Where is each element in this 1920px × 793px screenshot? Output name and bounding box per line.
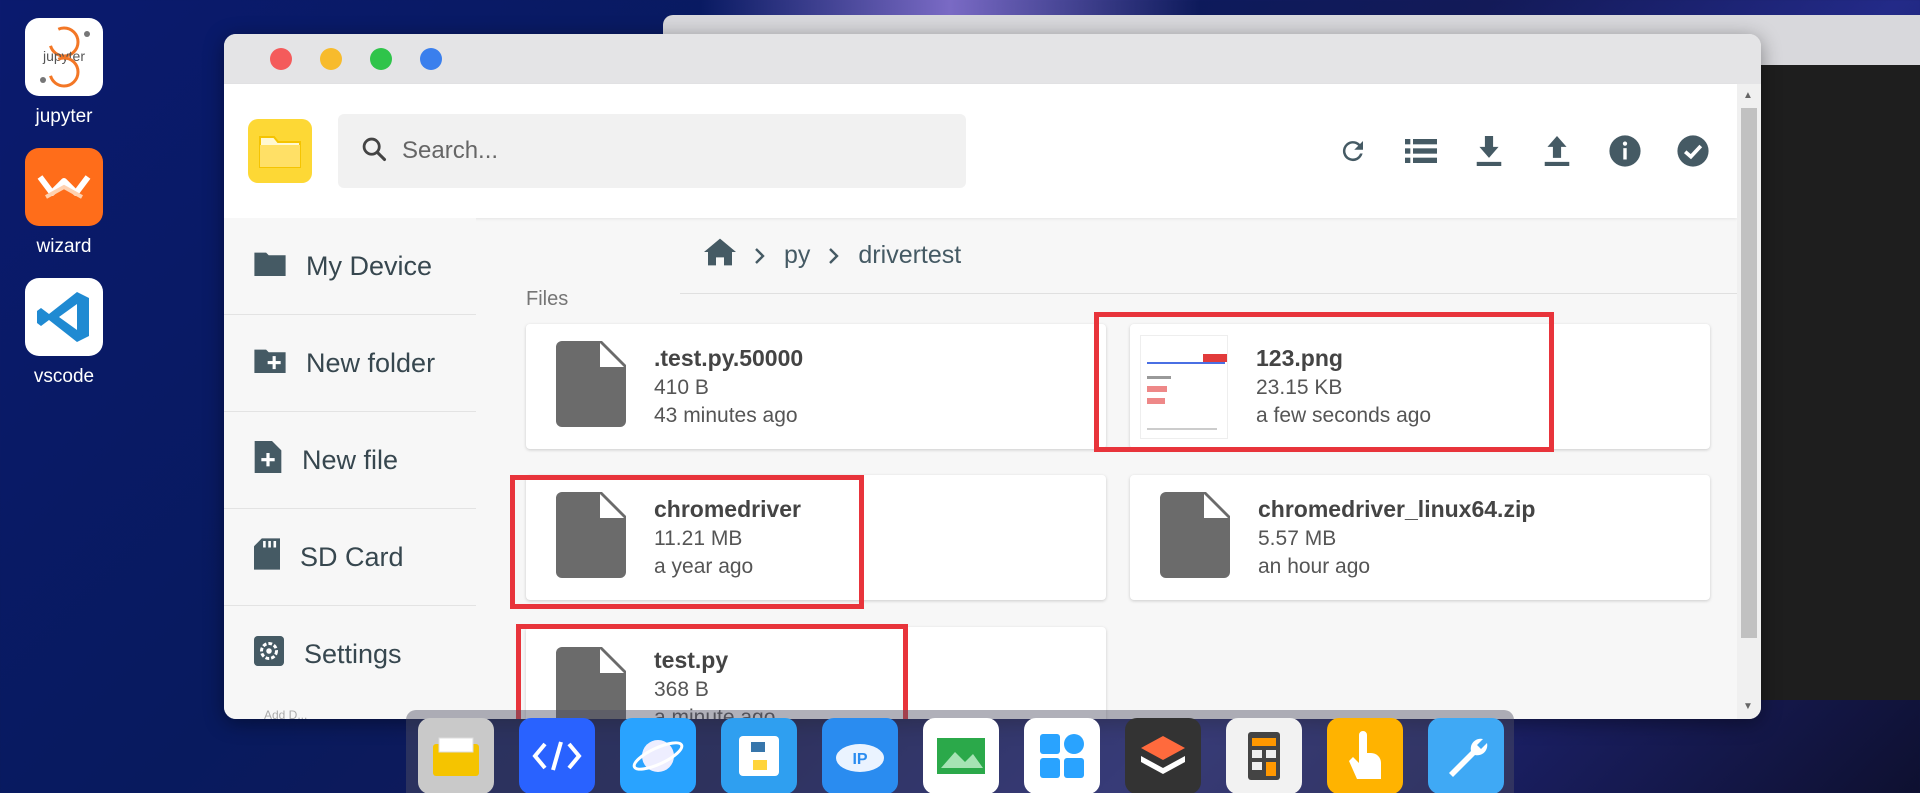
chevron-right-icon (828, 247, 840, 265)
file-manager-logo-icon (248, 119, 312, 183)
file-modified: a year ago (654, 555, 754, 578)
file-card-chromedriver[interactable]: chromedriver 11.21 MB a year ago (526, 475, 1106, 600)
file-card-123-png[interactable]: 123.png 23.15 KB a few seconds ago (1130, 324, 1710, 449)
folder-icon (254, 250, 286, 283)
file-name: 123.png (1256, 345, 1343, 371)
dock-touch-icon[interactable] (1327, 718, 1403, 793)
file-size: 11.21 MB (654, 527, 743, 550)
sidebar-item-new-file[interactable]: New file (224, 412, 476, 509)
new-folder-icon (254, 347, 286, 380)
dock-layers-icon[interactable] (1125, 718, 1201, 793)
file-name: chromedriver_linux64.zip (1258, 496, 1536, 522)
dock-code-editor-icon[interactable] (519, 718, 595, 793)
search-icon (360, 135, 388, 168)
file-icon (556, 492, 626, 583)
dock-files-icon[interactable] (418, 718, 494, 793)
upload-icon[interactable] (1539, 133, 1575, 169)
file-card-test-py-50000[interactable]: .test.py.50000 410 B 43 minutes ago (526, 324, 1106, 449)
new-file-icon (254, 440, 282, 480)
breadcrumb: py drivertest (680, 218, 1740, 294)
sidebar-item-my-device[interactable]: My Device (224, 218, 476, 315)
search-input[interactable] (402, 137, 922, 165)
svg-text:jupyter: jupyter (42, 48, 85, 64)
vertical-scrollbar[interactable]: ▲ ▼ (1737, 84, 1761, 719)
toolbar (1335, 84, 1711, 218)
dock: IP (406, 710, 1514, 793)
breadcrumb-item-drivertest[interactable]: drivertest (858, 241, 961, 270)
chevron-right-icon (754, 247, 766, 265)
sidebar-item-settings[interactable]: Settings (224, 606, 476, 703)
files-section-label: Files (526, 288, 569, 310)
scroll-up-icon[interactable]: ▲ (1743, 90, 1755, 102)
file-icon (1160, 492, 1230, 583)
file-icon (556, 647, 626, 719)
sidebar-footer: Add D... (264, 708, 308, 719)
list-view-icon[interactable] (1403, 133, 1439, 169)
file-modified: 43 minutes ago (654, 404, 798, 427)
sidebar-item-new-folder[interactable]: New folder (224, 315, 476, 412)
info-icon[interactable] (1607, 133, 1643, 169)
dock-browser-icon[interactable] (620, 718, 696, 793)
desktop-icon-label: vscode (33, 366, 95, 387)
desktop-icon-label: jupyter (35, 106, 93, 127)
dock-tools-icon[interactable] (1428, 718, 1504, 793)
sidebar-item-label: New file (302, 444, 399, 475)
file-modified: an hour ago (1258, 555, 1371, 578)
sidebar: My Device New folder New file SD Card Se… (224, 218, 476, 719)
file-card-test-py[interactable]: test.py 368 B a minute ago (526, 627, 1106, 719)
refresh-icon[interactable] (1335, 133, 1371, 169)
maximize-window-button[interactable] (370, 48, 392, 70)
desktop-icon-label: wizard (36, 236, 92, 257)
dock-calculator-icon[interactable] (1226, 718, 1302, 793)
settings-icon (254, 636, 284, 673)
dock-gallery-icon[interactable] (923, 718, 999, 793)
window-extra-button[interactable] (420, 48, 442, 70)
jupyter-icon: jupyter (25, 18, 103, 96)
close-window-button[interactable] (270, 48, 292, 70)
file-manager-window: My Device New folder New file SD Card Se… (224, 34, 1761, 719)
file-name: test.py (654, 647, 729, 673)
scrollbar-thumb[interactable] (1741, 108, 1757, 638)
select-all-icon[interactable] (1675, 133, 1711, 169)
scroll-down-icon[interactable]: ▼ (1743, 701, 1755, 713)
desktop-icon-jupyter[interactable]: jupyter jupyter (24, 18, 104, 128)
home-icon[interactable] (704, 238, 736, 273)
image-thumbnail (1140, 334, 1228, 439)
sd-card-icon (254, 537, 280, 577)
minimize-window-button[interactable] (320, 48, 342, 70)
vscode-icon (25, 278, 103, 356)
sidebar-item-label: My Device (306, 250, 433, 281)
file-size: 410 B (654, 376, 709, 399)
app-header (224, 84, 1737, 218)
file-icon (556, 341, 626, 432)
file-name: .test.py.50000 (654, 345, 804, 371)
sidebar-item-label: SD Card (300, 541, 404, 572)
file-size: 23.15 KB (1256, 376, 1343, 399)
file-modified: a few seconds ago (1256, 404, 1432, 427)
wizard-icon (25, 148, 103, 226)
sidebar-item-sd-card[interactable]: SD Card (224, 509, 476, 606)
dock-apps-icon[interactable] (1024, 718, 1100, 793)
dock-python-icon[interactable] (721, 718, 797, 793)
window-titlebar (224, 34, 1761, 84)
file-card-chromedriver-linux64-zip[interactable]: chromedriver_linux64.zip 5.57 MB an hour… (1130, 475, 1710, 600)
sidebar-item-label: Settings (304, 639, 402, 669)
search-box (338, 114, 966, 188)
download-icon[interactable] (1471, 133, 1507, 169)
desktop-icon-wizard[interactable]: wizard (24, 148, 104, 258)
breadcrumb-item-py[interactable]: py (784, 241, 810, 270)
sidebar-item-label: New folder (306, 347, 436, 378)
desktop-icon-vscode[interactable]: vscode (24, 278, 104, 388)
dock-ip-icon[interactable]: IP (822, 718, 898, 793)
file-size: 368 B (654, 678, 709, 701)
file-size: 5.57 MB (1258, 527, 1337, 550)
svg-text:IP: IP (852, 751, 867, 768)
file-name: chromedriver (654, 496, 802, 522)
